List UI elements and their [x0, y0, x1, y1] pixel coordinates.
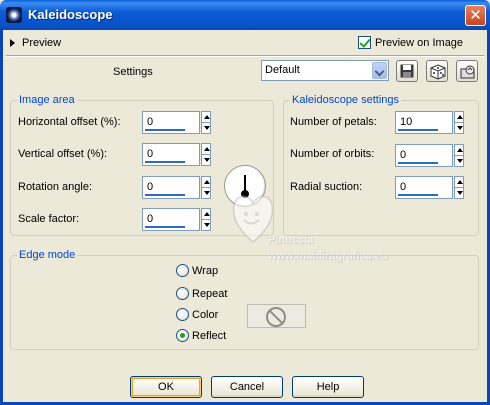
folder-settings-icon [460, 65, 475, 79]
number-of-orbits-value: 0 [400, 149, 407, 161]
cancel-button[interactable]: Cancel [211, 376, 283, 398]
preview-on-image-checkbox[interactable]: Preview on Image [358, 36, 463, 49]
value-slider-bar[interactable] [398, 129, 438, 131]
preview-toggle[interactable]: Preview [10, 37, 61, 49]
number-of-petals-label: Number of petals: [290, 116, 377, 128]
app-icon [6, 7, 22, 23]
value-slider-bar[interactable] [145, 226, 185, 228]
floppy-disk-icon [400, 64, 414, 78]
radio-icon[interactable] [176, 287, 189, 300]
preset-value: Default [265, 64, 300, 76]
radio-selected-icon[interactable] [176, 329, 189, 342]
spin-arrows-icon[interactable] [201, 143, 211, 166]
vertical-offset-value: 0 [147, 148, 154, 160]
divider [6, 55, 484, 57]
value-slider-bar[interactable] [145, 194, 185, 196]
radio-label: Reflect [192, 329, 227, 342]
radio-label: Color [192, 308, 219, 321]
scale-factor-spinner[interactable]: 0 [142, 208, 212, 231]
preset-dropdown[interactable]: Default [261, 60, 389, 81]
rotation-angle-spinner[interactable]: 0 [142, 176, 212, 199]
help-button[interactable]: Help [292, 376, 364, 398]
vertical-offset-label: Vertical offset (%): [18, 148, 108, 160]
kaleidoscope-settings-legend: Kaleidoscope settings [290, 94, 402, 106]
number-of-petals-spinner[interactable]: 10 [395, 111, 465, 134]
checkbox-checked-icon[interactable] [358, 36, 371, 49]
edge-mode-repeat-radio[interactable]: Repeat [176, 287, 227, 300]
horizontal-offset-value: 0 [147, 116, 154, 128]
number-of-orbits-spinner[interactable]: 0 [395, 144, 465, 167]
horizontal-offset-spinner[interactable]: 0 [142, 111, 212, 134]
number-of-orbits-input[interactable]: 0 [395, 144, 453, 167]
spin-arrows-icon[interactable] [201, 111, 211, 134]
radial-suction-input[interactable]: 0 [395, 176, 453, 199]
radio-label: Wrap [192, 264, 219, 277]
number-of-orbits-label: Number of orbits: [290, 148, 375, 160]
save-preset-button[interactable] [396, 60, 418, 82]
radio-icon[interactable] [176, 308, 189, 321]
horizontal-offset-input[interactable]: 0 [142, 111, 200, 134]
chevron-down-icon[interactable] [372, 62, 387, 79]
preview-label: Preview [22, 37, 62, 49]
vertical-offset-input[interactable]: 0 [142, 143, 200, 166]
spin-arrows-icon[interactable] [454, 111, 464, 134]
number-of-petals-value: 10 [400, 116, 413, 128]
edge-mode-legend: Edge mode [17, 249, 78, 261]
rotation-angle-value: 0 [147, 181, 154, 193]
settings-label: Settings [113, 66, 153, 78]
randomize-button[interactable] [426, 60, 448, 82]
spin-arrows-icon[interactable] [201, 176, 211, 199]
rotation-angle-input[interactable]: 0 [142, 176, 200, 199]
edge-mode-group: Edge mode [10, 249, 479, 350]
value-slider-bar[interactable] [398, 162, 438, 164]
preview-on-image-label: Preview on Image [375, 36, 464, 49]
no-color-icon [266, 307, 286, 327]
radial-suction-value: 0 [400, 181, 407, 193]
spin-arrows-icon[interactable] [454, 144, 464, 167]
value-slider-bar[interactable] [145, 129, 185, 131]
image-area-legend: Image area [17, 94, 77, 106]
ok-button[interactable]: OK [130, 376, 202, 398]
spin-arrows-icon[interactable] [454, 176, 464, 199]
rotation-dial[interactable] [224, 165, 266, 207]
title-bar: Kaleidoscope ✕ [0, 0, 490, 30]
edge-mode-reflect-radio[interactable]: Reflect [176, 329, 226, 342]
scale-factor-value: 0 [147, 213, 154, 225]
radio-icon[interactable] [176, 264, 189, 277]
vertical-offset-spinner[interactable]: 0 [142, 143, 212, 166]
scale-factor-label: Scale factor: [18, 213, 80, 225]
value-slider-bar[interactable] [145, 161, 185, 163]
edge-mode-wrap-radio[interactable]: Wrap [176, 264, 218, 277]
scale-factor-input[interactable]: 0 [142, 208, 200, 231]
value-slider-bar[interactable] [398, 194, 438, 196]
radio-label: Repeat [192, 287, 228, 300]
dice-icon [430, 64, 446, 80]
preset-options-button[interactable] [456, 60, 478, 82]
expand-triangle-icon [10, 39, 15, 47]
spin-arrows-icon[interactable] [201, 208, 211, 231]
close-button[interactable]: ✕ [465, 5, 486, 26]
radial-suction-label: Radial suction: [290, 181, 363, 193]
rotation-angle-label: Rotation angle: [18, 181, 92, 193]
horizontal-offset-label: Horizontal offset (%): [18, 116, 121, 128]
dial-hub [241, 190, 249, 198]
radial-suction-spinner[interactable]: 0 [395, 176, 465, 199]
window-title: Kaleidoscope [28, 7, 113, 22]
edge-color-swatch[interactable] [247, 304, 306, 328]
edge-mode-color-radio[interactable]: Color [176, 308, 218, 321]
number-of-petals-input[interactable]: 10 [395, 111, 453, 134]
